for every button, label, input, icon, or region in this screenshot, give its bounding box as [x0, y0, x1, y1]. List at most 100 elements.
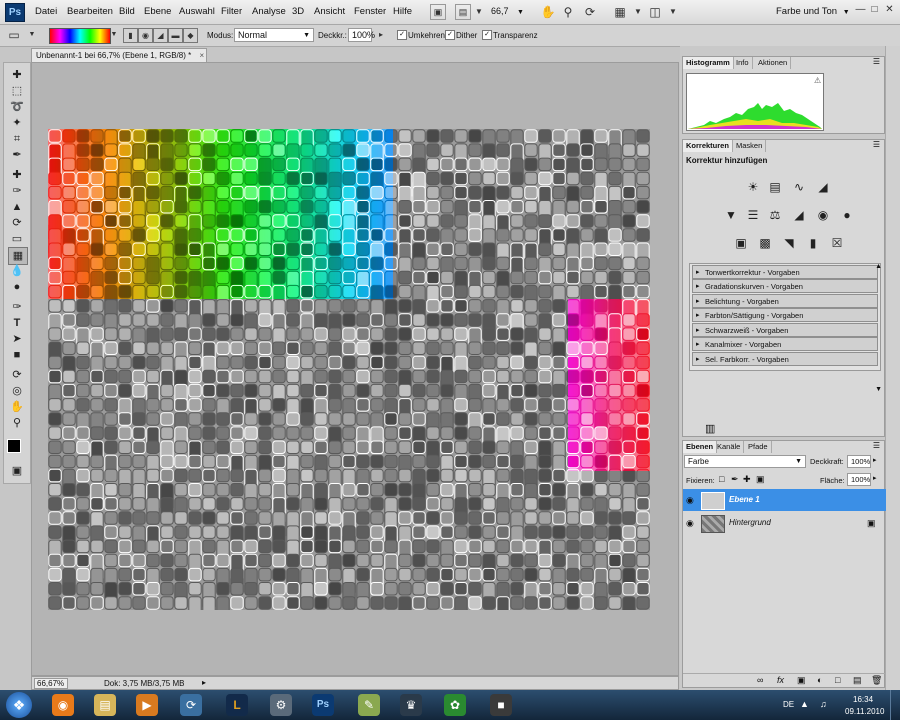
lock-transparent-icon[interactable]: □: [719, 474, 724, 484]
tab-pfade[interactable]: Pfade: [745, 441, 772, 453]
clone-stamp-tool-icon[interactable]: ▲: [8, 199, 26, 215]
document-tab[interactable]: Unbenannt-1 bei 66,7% (Ebene 1, RGB/8) *…: [31, 48, 207, 62]
marquee-tool-icon[interactable]: ⬚: [8, 83, 26, 99]
tab-aktionen[interactable]: Aktionen: [755, 57, 792, 69]
menu-auswahl[interactable]: Auswahl: [179, 6, 215, 17]
fill-input[interactable]: 100%: [847, 473, 871, 486]
exposure-icon[interactable]: ◢: [815, 180, 831, 194]
zoom-tool-icon[interactable]: ⚲: [560, 4, 576, 20]
eye-icon[interactable]: ◉: [686, 512, 694, 534]
reverse-checkbox[interactable]: ✓: [397, 30, 407, 40]
layer-blend-mode-dropdown[interactable]: Farbe ▼: [684, 455, 806, 468]
blur-tool-icon[interactable]: 💧: [8, 263, 26, 279]
linear-gradient-icon[interactable]: ▮: [123, 28, 138, 43]
menu-hilfe[interactable]: Hilfe: [393, 6, 412, 17]
menu-datei[interactable]: Datei: [35, 6, 57, 17]
3d-rotate-tool-icon[interactable]: ⟳: [8, 367, 26, 383]
menu-ebene[interactable]: Ebene: [144, 6, 171, 17]
layer-name[interactable]: Ebene 1: [729, 489, 760, 511]
tab-masken[interactable]: Masken: [733, 140, 767, 152]
network-tool-icon[interactable]: ⟳: [180, 694, 202, 716]
move-tool-icon[interactable]: ✚: [8, 67, 26, 83]
chevron-down-icon[interactable]: ▼: [630, 4, 646, 20]
panel-collapse-bar[interactable]: [885, 46, 900, 690]
zoom-level-dropdown[interactable]: 66,7 ▼: [488, 4, 533, 19]
minimize-icon[interactable]: —: [854, 3, 867, 17]
tray-icons[interactable]: ▲: [800, 699, 809, 709]
menu-filter[interactable]: Filter: [221, 6, 242, 17]
screen-mode-icon[interactable]: ◫: [647, 4, 663, 20]
new-layer-icon[interactable]: ▤: [853, 675, 862, 686]
menu-fenster[interactable]: Fenster: [354, 6, 386, 17]
quick-mask-icon[interactable]: ▣: [8, 463, 26, 479]
language-indicator[interactable]: DE: [783, 700, 794, 709]
type-tool-icon[interactable]: T: [8, 315, 26, 331]
brightness-contrast-icon[interactable]: ☀: [745, 180, 761, 194]
pen-tool-icon[interactable]: ✑: [8, 299, 26, 315]
preset-hue-saturation[interactable]: Farbton/Sättigung - Vorgaben: [692, 308, 878, 322]
path-selection-tool-icon[interactable]: ➤: [8, 331, 26, 347]
lock-position-icon[interactable]: ✚: [743, 474, 751, 485]
maximize-icon[interactable]: □: [868, 3, 881, 17]
angle-gradient-icon[interactable]: ◢: [153, 28, 168, 43]
chevron-right-icon[interactable]: ▸: [873, 456, 877, 464]
tab-histogramm[interactable]: Histogramm: [683, 57, 734, 69]
dither-checkbox[interactable]: ✓: [445, 30, 455, 40]
app-icon[interactable]: ■: [490, 694, 512, 716]
chevron-right-icon[interactable]: ▸: [373, 27, 389, 43]
photoshop-taskbar-icon[interactable]: Ps: [312, 694, 334, 716]
game-icon[interactable]: ♛: [400, 694, 422, 716]
link-layers-icon[interactable]: ∞: [757, 675, 763, 685]
clock-time[interactable]: 16:34: [853, 695, 873, 704]
notes-icon[interactable]: ✎: [358, 694, 380, 716]
folder-icon[interactable]: ▤: [94, 694, 116, 716]
workspace-switcher[interactable]: Farbe und Ton ▼: [776, 6, 850, 17]
media-player-icon[interactable]: ▶: [136, 694, 158, 716]
preset-levels[interactable]: Tonwertkorrektur - Vorgaben: [692, 265, 878, 279]
scroll-up-icon[interactable]: ▲: [875, 263, 882, 270]
eyedropper-tool-icon[interactable]: ✒: [8, 147, 26, 163]
menu-bild[interactable]: Bild: [119, 6, 135, 17]
zoom-tool-icon[interactable]: ⚲: [8, 415, 26, 431]
arrange-documents-icon[interactable]: ▦: [612, 4, 628, 20]
lock-all-icon[interactable]: ▣: [756, 474, 765, 485]
new-group-icon[interactable]: □: [835, 675, 840, 685]
panel-menu-icon[interactable]: ☰: [873, 140, 880, 149]
gradient-tool-preset-icon[interactable]: ▭: [6, 27, 22, 43]
channel-mixer-icon[interactable]: ●: [839, 208, 855, 222]
chevron-down-icon[interactable]: ▼: [24, 27, 40, 43]
menu-ansicht[interactable]: Ansicht: [314, 6, 345, 17]
lasso-tool-icon[interactable]: ➰: [8, 99, 26, 115]
selective-color-icon[interactable]: ☒: [829, 236, 845, 250]
tab-korrekturen[interactable]: Korrekturen: [683, 140, 733, 152]
show-desktop-button[interactable]: [890, 690, 900, 720]
quick-selection-tool-icon[interactable]: ✦: [8, 115, 26, 131]
eye-icon[interactable]: ◉: [686, 489, 694, 511]
crop-tool-icon[interactable]: ⌗: [8, 131, 26, 147]
gradient-picker[interactable]: [49, 28, 111, 44]
preset-channel-mixer[interactable]: Kanalmixer - Vorgaben: [692, 337, 878, 351]
preset-selective-color[interactable]: Sel. Farbkorr. - Vorgaben: [692, 352, 878, 366]
clip-to-layer-icon[interactable]: ▥: [705, 422, 715, 435]
photo-filter-icon[interactable]: ◉: [815, 208, 831, 222]
layer-opacity-input[interactable]: 100%: [847, 455, 871, 468]
diamond-gradient-icon[interactable]: ◆: [183, 28, 198, 43]
layer-row-ebene-1[interactable]: ◉ Ebene 1: [683, 489, 886, 511]
preset-exposure[interactable]: Belichtung - Vorgaben: [692, 294, 878, 308]
radial-gradient-icon[interactable]: ◉: [138, 28, 153, 43]
transparency-checkbox[interactable]: ✓: [482, 30, 492, 40]
chevron-right-icon[interactable]: ▸: [873, 474, 877, 482]
layer-name[interactable]: Hintergrund: [729, 512, 771, 534]
panel-menu-icon[interactable]: ☰: [873, 57, 880, 66]
black-white-icon[interactable]: ◢: [791, 208, 807, 222]
clock-date[interactable]: 09.11.2010: [845, 707, 884, 716]
menu-analyse[interactable]: Analyse: [252, 6, 286, 17]
layer-style-icon[interactable]: fx: [777, 675, 784, 685]
history-brush-tool-icon[interactable]: ⟳: [8, 215, 26, 231]
mini-bridge-icon[interactable]: ▤: [455, 4, 471, 20]
menu-bearbeiten[interactable]: Bearbeiten: [67, 6, 113, 17]
game-launcher-icon[interactable]: L: [226, 694, 248, 716]
gradient-map-icon[interactable]: ▮: [805, 236, 821, 250]
eraser-tool-icon[interactable]: ▭: [8, 231, 26, 247]
firefox-icon[interactable]: ◉: [52, 694, 74, 716]
